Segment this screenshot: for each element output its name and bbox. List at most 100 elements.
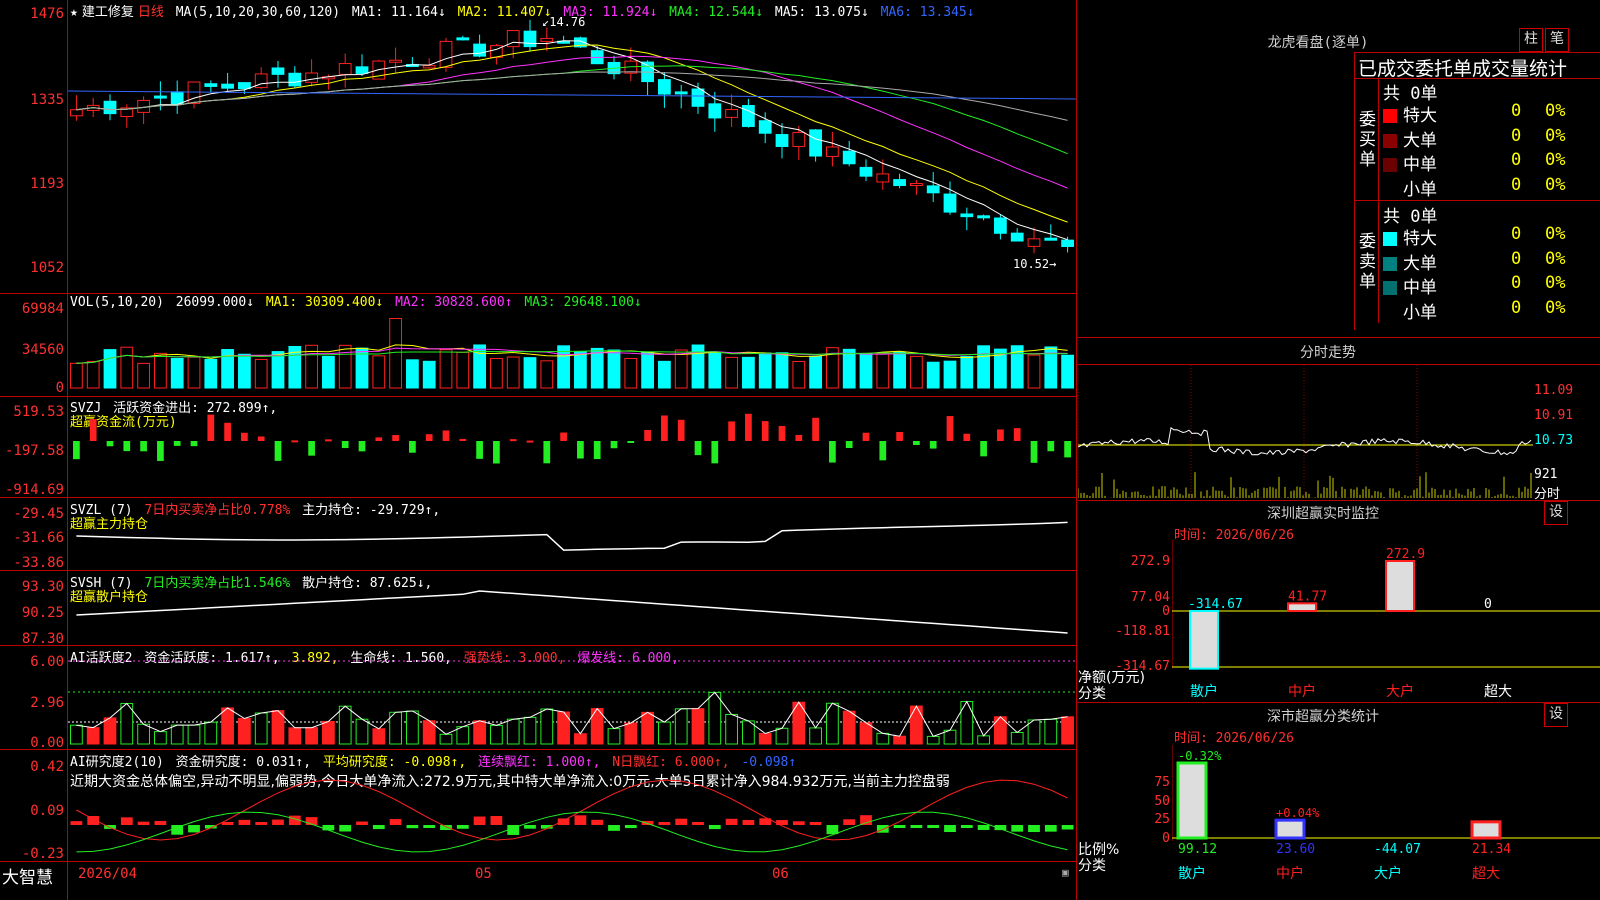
research-bar bbox=[658, 822, 671, 825]
candle bbox=[1061, 239, 1074, 248]
classify-category: 分类 bbox=[1078, 858, 1106, 874]
activity-bar bbox=[338, 705, 352, 745]
kline-chart[interactable] bbox=[68, 0, 1076, 293]
volume-chart[interactable] bbox=[68, 294, 1076, 396]
fund-flow-bar bbox=[325, 439, 332, 442]
svsh-axis-1: 93.30 bbox=[21, 579, 64, 595]
tick-view-button[interactable]: 笔 bbox=[1545, 28, 1569, 52]
research-bar bbox=[843, 819, 856, 825]
dragon-title: 龙虎看盘(逐单) bbox=[1267, 35, 1369, 51]
buy-row-pct: 0% bbox=[1545, 101, 1566, 121]
dragon-header: 已成交委托单成交量统计 bbox=[1358, 58, 1568, 80]
ai-res-axis-2: 0.09 bbox=[30, 803, 64, 819]
volume-bar bbox=[842, 348, 856, 389]
classify-title: 深市超赢分类统计 bbox=[1267, 709, 1379, 725]
fund-flow-bar bbox=[207, 414, 215, 441]
sell-color-swatch bbox=[1383, 232, 1397, 246]
research-bar bbox=[675, 818, 688, 825]
fund-flow-bar bbox=[1064, 441, 1071, 458]
sell-row-name: 特大 bbox=[1403, 229, 1437, 249]
volume-bar bbox=[943, 360, 957, 389]
activity-bar bbox=[1010, 731, 1024, 745]
volume-bar bbox=[557, 345, 570, 389]
ma2-line bbox=[76, 44, 1068, 223]
ma1-line bbox=[76, 40, 1068, 241]
classify-value-large: -44.07 bbox=[1374, 842, 1421, 857]
intraday-title: 分时走势 bbox=[1300, 345, 1356, 361]
activity-bar bbox=[305, 727, 318, 745]
fund-flow-bar bbox=[341, 441, 349, 449]
ai-research-chart[interactable] bbox=[68, 750, 1076, 861]
ai-activity-chart[interactable] bbox=[68, 646, 1076, 749]
classify-value-mid: 23.60 bbox=[1276, 842, 1315, 857]
research-bar bbox=[389, 819, 402, 825]
svzj-axis-3: -914.69 bbox=[4, 482, 64, 498]
activity-bar bbox=[574, 733, 587, 745]
sell-row-2: 大单 0 0% bbox=[1383, 249, 1598, 274]
fund-flow-bar bbox=[610, 441, 618, 449]
fund-flow-bar bbox=[1030, 441, 1038, 463]
main-chart-area[interactable]: 1476 1335 1193 1052 ★ 建工修复 日线 MA(5,10,20,3… bbox=[0, 0, 1077, 900]
sell-row-name: 大单 bbox=[1403, 253, 1437, 274]
volume-bar bbox=[607, 349, 621, 389]
volume-bar bbox=[254, 358, 268, 389]
bar-view-button[interactable]: 柱 bbox=[1519, 28, 1543, 52]
classify-category-retail: 散户 bbox=[1178, 865, 1206, 882]
fund-flow-bar bbox=[1013, 428, 1021, 441]
sell-row-4: 小单 0 0% bbox=[1383, 298, 1598, 323]
volume-bar bbox=[590, 347, 604, 389]
research-bar bbox=[255, 822, 268, 825]
fund-flow-bar bbox=[627, 441, 635, 443]
fund-flow-bar bbox=[257, 436, 265, 441]
monitor-chart[interactable]: -314.67 散户 41.77 中户 272.9 大户 0 超大 bbox=[1172, 540, 1600, 700]
candle bbox=[238, 82, 251, 90]
ai-res-axis-3: -0.23 bbox=[21, 846, 64, 862]
volume-bar bbox=[960, 356, 974, 389]
monitor-category: 分类 bbox=[1078, 686, 1106, 702]
buy-orders-label: 委买单 bbox=[1359, 110, 1376, 170]
vol-axis-3: 0 bbox=[55, 380, 64, 396]
volume-bar bbox=[506, 356, 520, 389]
candle bbox=[725, 109, 738, 118]
activity-bar bbox=[506, 718, 520, 745]
volume-bar bbox=[674, 349, 688, 389]
research-bar bbox=[927, 825, 940, 828]
volume-bar bbox=[271, 351, 285, 389]
buy-row-3: 中单 0 0% bbox=[1383, 150, 1598, 175]
svzl-chart[interactable] bbox=[68, 498, 1076, 570]
sell-row-pct: 0% bbox=[1545, 224, 1566, 244]
ma6-line bbox=[68, 90, 1076, 100]
volume-bar bbox=[103, 349, 117, 389]
monitor-bar-value-large: 272.9 bbox=[1386, 547, 1425, 562]
fund-flow-bar bbox=[89, 419, 97, 441]
volume-bar bbox=[893, 351, 906, 389]
research-bar bbox=[456, 825, 469, 829]
volume-bar bbox=[876, 353, 890, 389]
research-bar bbox=[742, 819, 755, 825]
activity-bar bbox=[674, 708, 688, 745]
sell-color-swatch bbox=[1383, 256, 1397, 271]
svsh-chart[interactable] bbox=[68, 571, 1076, 645]
intraday-chart[interactable] bbox=[1078, 365, 1533, 500]
research-bar bbox=[221, 822, 234, 825]
activity-bar bbox=[86, 727, 100, 745]
volume-bar bbox=[708, 351, 722, 389]
fund-flow-bar bbox=[409, 441, 416, 453]
activity-bar bbox=[658, 721, 671, 745]
fund-flow-bar bbox=[190, 441, 198, 447]
classify-chart[interactable]: -0.32% 99.12 散户 +0.04% 23.60 中户 -44.07 大户 21.34 超… bbox=[1172, 745, 1600, 900]
classify-settings-button[interactable]: 设 bbox=[1544, 703, 1568, 727]
research-bar bbox=[339, 825, 352, 832]
activity-bar bbox=[708, 691, 722, 745]
svzj-chart[interactable] bbox=[68, 397, 1076, 497]
buy-row-pct: 0% bbox=[1545, 174, 1566, 195]
candle bbox=[355, 66, 369, 74]
fund-flow-bar bbox=[106, 441, 114, 447]
research-bar bbox=[960, 825, 973, 828]
activity-bar bbox=[322, 720, 335, 745]
monitor-settings-button[interactable]: 设 bbox=[1544, 501, 1568, 525]
lock-icon[interactable]: ▣ bbox=[1062, 866, 1069, 879]
volume-bar bbox=[658, 360, 671, 389]
candle bbox=[758, 120, 772, 134]
fund-flow-bar bbox=[123, 441, 131, 452]
